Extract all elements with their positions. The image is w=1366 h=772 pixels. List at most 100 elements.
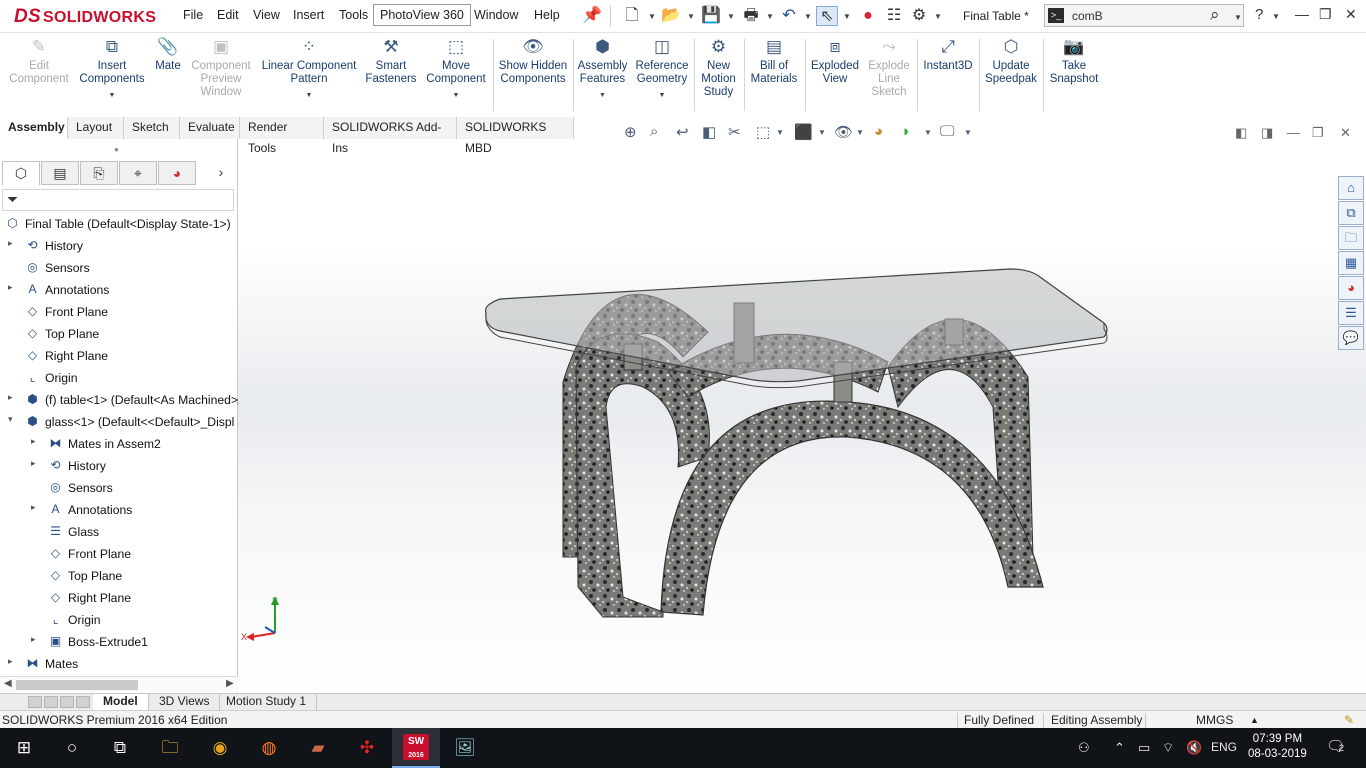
open-folder-icon[interactable]: 📂 (660, 6, 682, 26)
tree-expand-icon[interactable]: ▾ (8, 414, 13, 425)
chrome-taskbar-icon[interactable]: ◉ (196, 728, 244, 768)
file-properties-icon[interactable]: ☷ (883, 6, 905, 26)
open-dropdown-icon[interactable]: ▼ (687, 12, 695, 21)
battery-icon[interactable]: ▭ (1138, 740, 1150, 756)
tab-nav-prev-icon[interactable] (44, 696, 58, 708)
tree-item[interactable]: ▸ ⟲ History (0, 455, 238, 477)
tab-assembly[interactable]: Assembly (0, 117, 68, 139)
previous-view-icon[interactable]: ↩ (676, 123, 689, 141)
menu-tools[interactable]: Tools (339, 8, 368, 22)
file-explorer-icon[interactable]: 🗀 (1338, 226, 1364, 250)
reference-geometry-button[interactable]: ◫ Reference Geometry ▼ (632, 37, 692, 102)
tree-item[interactable]: ▸ ▣ Boss-Extrude1 (0, 631, 238, 653)
app-taskbar-icon[interactable]: ▰ (294, 728, 342, 768)
new-dropdown-icon[interactable]: ▼ (648, 12, 656, 21)
view-palette-icon[interactable]: ▦ (1338, 251, 1364, 275)
options-gear-icon[interactable]: ⚙ (908, 6, 930, 26)
unit-system-button[interactable]: MMGS (1196, 713, 1233, 727)
undo-icon[interactable]: ↶ (778, 6, 800, 26)
apply-scene-icon[interactable]: ◑ (900, 123, 909, 140)
forum-icon[interactable]: 💬 (1338, 326, 1364, 350)
zoom-to-fit-icon[interactable]: ⊕ (624, 123, 637, 141)
tree-item[interactable]: ⬡ Final Table (Default<Display State-1>) (0, 213, 238, 235)
dynamic-annotation-icon[interactable]: ✂ (728, 123, 741, 141)
tree-item[interactable]: ▸ ⟲ History (0, 235, 238, 257)
edit-appearance-icon[interactable]: ◕ (874, 123, 883, 140)
tree-item[interactable]: ◇ Front Plane (0, 543, 238, 565)
windows-start-icon[interactable]: ⊞ (0, 728, 48, 768)
tree-item[interactable]: ⌞ Origin (0, 367, 238, 389)
show-hidden-icons-icon[interactable]: ⌃ (1114, 740, 1125, 756)
linear-pattern-dropdown-icon[interactable]: ▼ (258, 89, 360, 102)
panel-more-tabs-icon[interactable]: › (208, 161, 234, 185)
new-motion-study-button[interactable]: ⚙ New Motion Study (696, 37, 741, 99)
help-icon[interactable]: ? (1255, 6, 1263, 23)
display-style-icon[interactable]: ⬛ (794, 123, 813, 141)
update-speedpak-button[interactable]: ⬡ Update Speedpak (982, 37, 1040, 86)
save-dropdown-icon[interactable]: ▼ (727, 12, 735, 21)
tab-render-tools[interactable]: Render Tools (240, 117, 324, 155)
tree-item[interactable]: ◎ Sensors (0, 257, 238, 279)
menu-edit[interactable]: Edit (217, 8, 239, 22)
graphics-area[interactable] (238, 117, 1366, 693)
close-icon[interactable]: ✕ (1345, 6, 1357, 23)
viewport-minimize-icon[interactable]: — (1287, 125, 1300, 140)
panel-grip-icon[interactable]: ● (114, 145, 119, 154)
menu-view[interactable]: View (253, 8, 280, 22)
print-icon[interactable]: 🖶 (740, 6, 762, 26)
viewport-prev-icon[interactable]: ◧ (1235, 125, 1247, 141)
tab-nav-next-icon[interactable] (60, 696, 74, 708)
tab-nav-last-icon[interactable] (76, 696, 90, 708)
unit-system-arrow-icon[interactable]: ▲ (1250, 715, 1259, 725)
tree-item[interactable]: ⌞ Origin (0, 609, 238, 631)
panel-resize-handle-icon[interactable]: ◦ (236, 398, 239, 408)
component-preview-button[interactable]: ▣ Component Preview Window (186, 37, 256, 99)
toolbox-taskbar-icon[interactable]: ✣ (343, 728, 391, 768)
edit-component-button[interactable]: ✎ Edit Component (5, 37, 73, 86)
menu-photoview[interactable]: PhotoView 360 (373, 4, 471, 26)
tab-model[interactable]: Model (93, 694, 149, 710)
display-style-dropdown-icon[interactable]: ▼ (818, 128, 826, 137)
tab-solidworks-mbd[interactable]: SOLIDWORKS MBD (457, 117, 574, 155)
tree-item[interactable]: ▸ A Annotations (0, 499, 238, 521)
solidworks-taskbar-icon[interactable]: SW 2016 (392, 728, 440, 768)
tree-expand-icon[interactable]: ▸ (8, 282, 13, 293)
tab-solidworks-addins[interactable]: SOLIDWORKS Add-Ins (324, 117, 457, 155)
tree-horizontal-scrollbar[interactable]: ◀ ▶ (0, 676, 238, 692)
tree-item[interactable]: ◇ Top Plane (0, 323, 238, 345)
rebuild-traffic-light-icon[interactable]: ● (857, 6, 879, 26)
tree-item[interactable]: ◇ Right Plane (0, 587, 238, 609)
search-icon[interactable]: ⌕ (1210, 5, 1220, 25)
tree-expand-icon[interactable]: ▸ (8, 656, 13, 667)
take-snapshot-button[interactable]: 📷 Take Snapshot (1046, 37, 1102, 86)
filter-funnel-icon[interactable]: ⏷ (7, 191, 18, 208)
menu-file[interactable]: File (183, 8, 203, 22)
viewport-close-icon[interactable]: ✕ (1340, 125, 1351, 141)
show-hidden-components-button[interactable]: 👁 Show Hidden Components (496, 37, 570, 86)
firefox-taskbar-icon[interactable]: ◍ (245, 728, 293, 768)
bill-of-materials-button[interactable]: ▤ Bill of Materials (747, 37, 801, 86)
hide-show-dropdown-icon[interactable]: ▼ (856, 128, 864, 137)
undo-dropdown-icon[interactable]: ▼ (804, 12, 812, 21)
insert-components-button[interactable]: ⧉ Insert Components ▼ (74, 37, 150, 102)
menu-window[interactable]: Window (474, 8, 518, 22)
section-view-icon[interactable]: ◧ (702, 123, 716, 141)
tree-expand-icon[interactable]: ▸ (8, 392, 13, 403)
custom-properties-icon[interactable]: ☰ (1338, 301, 1364, 325)
options-dropdown-icon[interactable]: ▼ (934, 12, 942, 21)
display-manager-tab-icon[interactable]: ◕ (158, 161, 196, 185)
tree-item[interactable]: ◇ Front Plane (0, 301, 238, 323)
tab-3d-views[interactable]: 3D Views (149, 694, 221, 710)
minimize-icon[interactable]: — (1295, 6, 1309, 22)
assembly-features-button[interactable]: ⬢ Assembly Features ▼ (575, 37, 630, 102)
tree-item[interactable]: ▾ ⬢ glass<1> (Default<<Default>_Displ (0, 411, 238, 433)
design-library-icon[interactable]: ⧉ (1338, 201, 1364, 225)
menu-help[interactable]: Help (534, 8, 560, 22)
tab-nav-first-icon[interactable] (28, 696, 42, 708)
command-search-box[interactable]: >_ comB ⌕ ▼ (1044, 4, 1244, 27)
hide-show-items-icon[interactable]: 👁 (834, 123, 853, 141)
instant3d-button[interactable]: ⤢ Instant3D (920, 37, 976, 73)
tree-filter-bar[interactable]: ⏷ (2, 189, 234, 211)
solidworks-resources-icon[interactable]: ⌂ (1338, 176, 1364, 200)
linear-pattern-button[interactable]: ⁘ Linear Component Pattern ▼ (258, 37, 360, 102)
